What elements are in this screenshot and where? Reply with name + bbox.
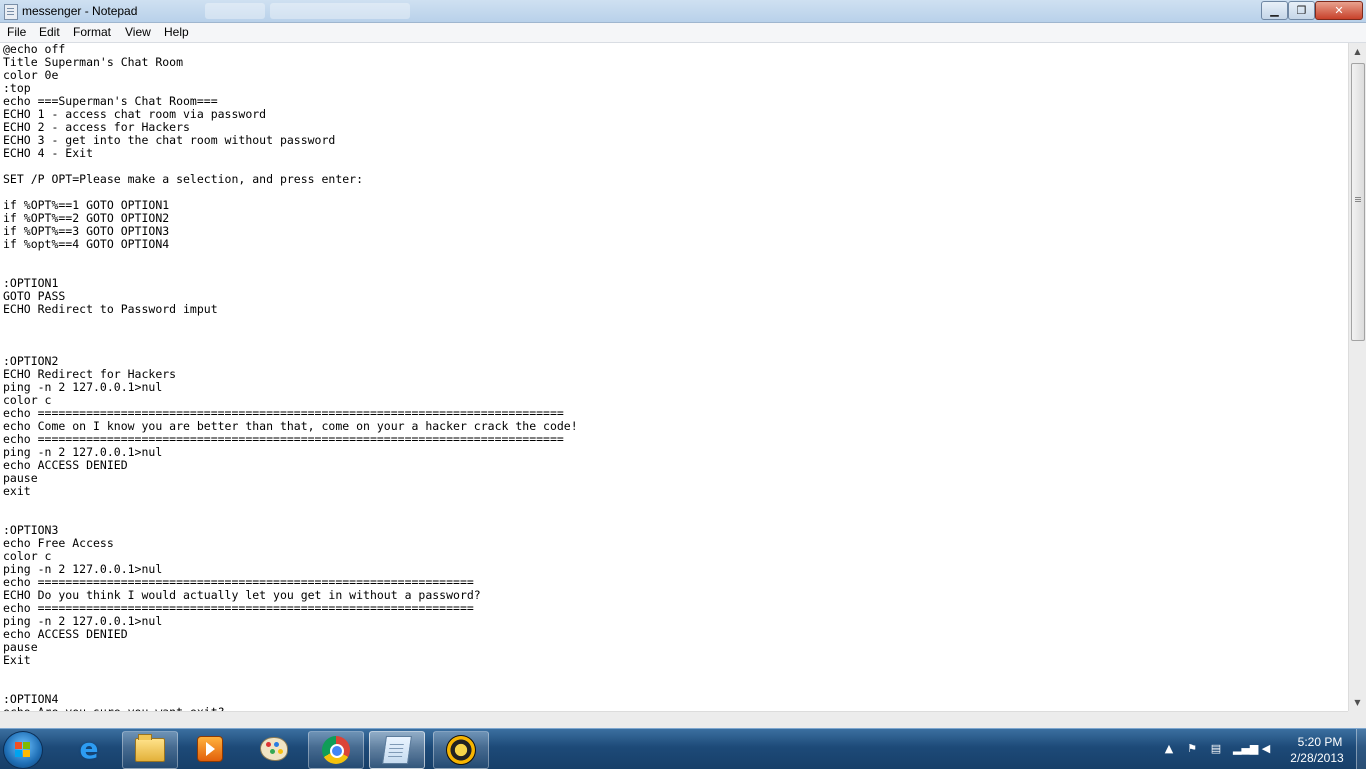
notepad-icon xyxy=(382,736,412,764)
clock-time[interactable]: 5:20 PM xyxy=(1290,735,1350,749)
menu-help[interactable]: Help xyxy=(164,25,189,39)
volume-icon[interactable]: ◀ xyxy=(1259,742,1273,756)
clock-date[interactable]: 2/28/2013 xyxy=(1284,751,1350,765)
minimize-button[interactable]: ▁ xyxy=(1261,1,1288,20)
device-icon[interactable]: ▤ xyxy=(1209,742,1223,756)
minimize-icon: ▁ xyxy=(1270,4,1279,17)
show-desktop-button[interactable] xyxy=(1356,729,1366,769)
start-button[interactable] xyxy=(3,731,43,769)
menu-format[interactable]: Format xyxy=(73,25,111,39)
notepad-window: messenger - Notepad ▁ ❐ ✕ File Edit Form… xyxy=(0,0,1366,729)
scroll-down-arrow-icon[interactable]: ▼ xyxy=(1349,694,1366,711)
media-player-icon xyxy=(197,736,223,762)
text-editor[interactable]: @echo off Title Superman's Chat Room col… xyxy=(0,43,1348,711)
menu-edit[interactable]: Edit xyxy=(39,25,60,39)
title-bar[interactable]: messenger - Notepad ▁ ❐ ✕ xyxy=(0,0,1366,23)
window-title: messenger - Notepad xyxy=(22,4,138,18)
menu-view[interactable]: View xyxy=(125,25,151,39)
taskbar: e ▲ ⚑ ▤ ▂▄▆ ◀ 5:20 PM 2/28/2013 xyxy=(0,728,1366,769)
taskbar-notepad[interactable] xyxy=(369,731,425,769)
scroll-up-arrow-icon[interactable]: ▲ xyxy=(1349,43,1366,60)
windows-logo-icon xyxy=(15,742,31,758)
taskbar-chrome[interactable] xyxy=(308,731,364,769)
taskbar-media-player[interactable] xyxy=(183,731,237,767)
menu-bar: File Edit Format View Help xyxy=(0,23,1366,43)
taskbar-windows-explorer[interactable] xyxy=(122,731,178,769)
vertical-scrollbar[interactable]: ▲ ▼ xyxy=(1348,43,1366,711)
action-center-flag-icon[interactable]: ⚑ xyxy=(1185,742,1199,756)
chrome-icon xyxy=(322,736,350,764)
taskbar-internet-explorer[interactable]: e xyxy=(62,731,116,767)
folder-icon xyxy=(135,734,165,762)
scroll-thumb[interactable] xyxy=(1351,63,1365,341)
background-title-ghost xyxy=(270,3,410,19)
show-hidden-icons-icon[interactable]: ▲ xyxy=(1162,742,1176,756)
grip-icon xyxy=(1355,197,1361,198)
size-grip[interactable] xyxy=(1348,711,1366,728)
paint-icon xyxy=(260,737,288,761)
maximize-button[interactable]: ❐ xyxy=(1288,1,1315,20)
ie-icon: e xyxy=(79,732,99,765)
close-icon: ✕ xyxy=(1334,4,1344,17)
network-signal-icon[interactable]: ▂▄▆ xyxy=(1233,742,1258,756)
background-title-ghost xyxy=(205,3,265,19)
taskbar-sphere-app[interactable] xyxy=(433,731,489,769)
restore-icon: ❐ xyxy=(1296,4,1307,17)
close-button[interactable]: ✕ xyxy=(1315,1,1363,20)
notepad-app-icon[interactable] xyxy=(4,4,18,20)
sphere-app-icon xyxy=(446,735,476,765)
horizontal-scrollbar[interactable] xyxy=(0,711,1348,729)
menu-file[interactable]: File xyxy=(7,25,26,39)
taskbar-paint[interactable] xyxy=(247,731,301,767)
editor-content[interactable]: @echo off Title Superman's Chat Room col… xyxy=(0,43,1348,711)
